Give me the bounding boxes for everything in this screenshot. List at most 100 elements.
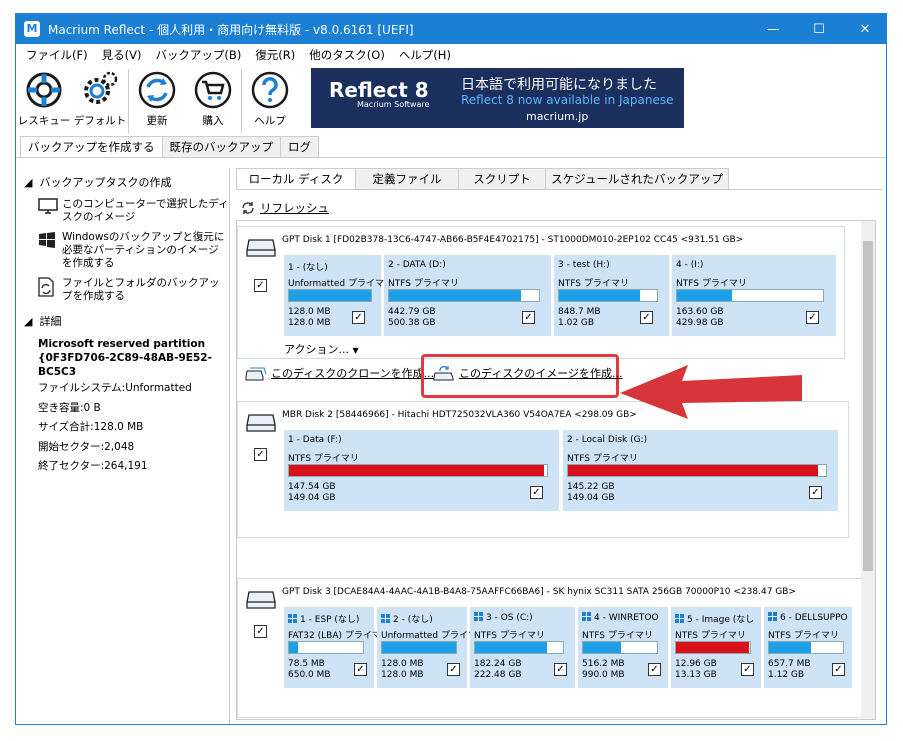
used-size: 848.7 MB xyxy=(558,307,601,317)
buy-button[interactable]: 購入 xyxy=(185,66,241,136)
clone-disk-link[interactable]: このディスクのクローンを作成... xyxy=(245,365,434,381)
partition[interactable]: 3 - OS (C:) NTFS プライマリ 182.24 GB 222.48 … xyxy=(470,607,575,688)
detail-end: 終了セクター:264,191 xyxy=(38,460,148,472)
partition-checkbox[interactable]: ✓ xyxy=(447,663,460,676)
actions-dropdown[interactable]: アクション... ▼ xyxy=(284,341,359,357)
usage-bar xyxy=(288,464,548,477)
tab-definition-files[interactable]: 定義ファイル xyxy=(355,168,459,189)
vertical-scrollbar[interactable] xyxy=(861,221,875,719)
total-size: 149.04 GB xyxy=(288,493,336,503)
partition[interactable]: 1 - Data (F:) NTFS プライマリ 147.54 GB 149.0… xyxy=(284,430,559,511)
tab-local-disk[interactable]: ローカル ディスク xyxy=(236,168,356,189)
default-button[interactable]: デフォルト xyxy=(72,66,128,136)
used-size: 128.0 MB xyxy=(288,307,331,317)
partition-checkbox[interactable]: ✓ xyxy=(554,663,567,676)
actions-label: アクション... xyxy=(284,343,349,356)
usage-fill xyxy=(289,465,545,476)
app-icon: M xyxy=(24,21,40,37)
usage-fill xyxy=(769,642,812,653)
question-icon xyxy=(251,71,289,109)
partition-name-text: 5 - Image (なし xyxy=(687,615,755,625)
tab-create-backup[interactable]: バックアップを作成する xyxy=(20,136,163,157)
promo-banner[interactable]: Reflect 8 Macrium Software 日本語で利用可能になりました… xyxy=(311,68,684,128)
partition-checkbox[interactable]: ✓ xyxy=(530,486,543,499)
tab-log[interactable]: ログ xyxy=(280,136,319,157)
used-size: 12.96 GB xyxy=(675,659,717,669)
partition[interactable]: 6 - DELLSUPPO NTFS プライマリ 657.7 MB 1.12 G… xyxy=(764,607,852,688)
partition-checkbox[interactable]: ✓ xyxy=(832,663,845,676)
usage-bar xyxy=(582,641,658,654)
task-file-backup[interactable]: ファイルとフォルダのバックアップを作成する xyxy=(24,277,229,303)
usage-fill xyxy=(389,290,521,301)
refresh-icon xyxy=(242,202,254,214)
partition-checkbox[interactable]: ✓ xyxy=(354,663,367,676)
task-file-backup-label: ファイルとフォルダのバックアップを作成する xyxy=(62,277,220,302)
task-image-windows[interactable]: Windowsのバックアップと復元に必要なパーティションのイメージを作成する xyxy=(24,231,229,270)
partition[interactable]: 1 - (なし) Unformatted プライマリ 128.0 MB 128.… xyxy=(284,255,393,336)
partition[interactable]: 2 - Local Disk (G:) NTFS プライマリ 145.22 GB… xyxy=(563,430,838,511)
disk-1: GPT Disk 1 [FD02B378-13C6-4747-AB66-B5F4… xyxy=(237,226,845,359)
partition[interactable]: 3 - test (H:) NTFS プライマリ 848.7 MB 1.02 G… xyxy=(554,255,669,336)
disk-header: GPT Disk 3 [DCAE84A4-4AAC-4A1B-B4A8-75AA… xyxy=(282,587,796,597)
partition[interactable]: 4 - WINRETOO NTFS プライマリ 516.2 MB 990.0 M… xyxy=(578,607,668,688)
partition-checkbox[interactable]: ✓ xyxy=(352,311,365,324)
tab-scheduled-backups[interactable]: スケジュールされたバックアップ xyxy=(545,168,729,189)
image-disk-link[interactable]: このディスクのイメージを作成... xyxy=(433,365,623,381)
tab-existing-backups[interactable]: 既存のバックアップ xyxy=(161,136,281,157)
buy-label: 購入 xyxy=(202,115,224,127)
partition-name: 2 - (なし) xyxy=(381,612,433,625)
partition-checkbox[interactable]: ✓ xyxy=(640,311,653,324)
partition-name: 2 - DATA (D:) xyxy=(388,260,446,270)
partition-checkbox[interactable]: ✓ xyxy=(809,486,822,499)
usage-fill xyxy=(382,642,456,653)
partition-type: Unformatted プライマリ xyxy=(288,279,393,289)
partition-name-text: 6 - DELLSUPPO xyxy=(780,613,848,623)
partition[interactable]: 4 - (I:) NTFS プライマリ 163.60 GB 429.98 GB … xyxy=(672,255,836,336)
clone-disk-icon xyxy=(245,367,267,381)
menu-restore[interactable]: 復元(R) xyxy=(249,47,301,63)
partition-name-text: 3 - OS (C:) xyxy=(486,613,533,623)
rescue-button[interactable]: レスキュー xyxy=(16,66,72,136)
partition-checkbox[interactable]: ✓ xyxy=(522,311,535,324)
partition-checkbox[interactable]: ✓ xyxy=(648,663,661,676)
task-image-disk[interactable]: このコンピューターで選択したディスクのイメージ xyxy=(24,198,229,224)
close-button[interactable]: ✕ xyxy=(842,14,886,44)
minimize-button[interactable]: — xyxy=(750,14,796,44)
disk-checkbox[interactable]: ✓ xyxy=(254,448,267,461)
maximize-button[interactable]: ☐ xyxy=(796,14,842,44)
used-size: 657.7 MB xyxy=(768,659,811,669)
section-details[interactable]: ◢ 詳細 xyxy=(24,313,229,329)
total-size: 128.0 MB xyxy=(381,670,424,680)
partition[interactable]: 2 - DATA (D:) NTFS プライマリ 442.79 GB 500.3… xyxy=(384,255,551,336)
tab-scripts[interactable]: スクリプト xyxy=(458,168,546,189)
partition-type: NTFS プライマリ xyxy=(768,631,839,641)
scrollbar-thumb[interactable] xyxy=(863,241,873,571)
menu-backup[interactable]: バックアップ(B) xyxy=(149,47,247,63)
partition[interactable]: 2 - (なし) Unformatted プライマ 128.0 MB 128.0… xyxy=(377,607,477,688)
partition[interactable]: 5 - Image (なし NTFS プライマリ 12.96 GB 13.13 … xyxy=(671,607,761,688)
disk-checkbox[interactable]: ✓ xyxy=(254,279,267,292)
detail-start: 開始セクター:2,048 xyxy=(38,440,135,453)
cart-icon xyxy=(194,71,232,109)
banner-logo: Reflect 8 Macrium Software xyxy=(329,78,429,109)
used-size: 163.60 GB xyxy=(676,307,724,317)
usage-fill xyxy=(677,290,733,301)
usage-fill xyxy=(475,642,548,653)
section-backup-tasks[interactable]: ◢ バックアップタスクの作成 xyxy=(24,174,229,190)
title-bar: M Macrium Reflect - 個人利用・商用向け無料版 - v8.0.… xyxy=(16,14,886,44)
partition-checkbox[interactable]: ✓ xyxy=(806,311,819,324)
menu-help[interactable]: ヘルプ(H) xyxy=(393,47,457,63)
image-disk-label: このディスクのイメージを作成... xyxy=(459,367,623,380)
gear-icon xyxy=(84,71,118,104)
menu-other-tasks[interactable]: 他のタスク(O) xyxy=(303,47,391,63)
menu-file[interactable]: ファイル(F) xyxy=(20,47,94,63)
partition[interactable]: 1 - ESP (なし) FAT32 (LBA) プライマ 78.5 MB 65… xyxy=(284,607,381,688)
disk-checkbox[interactable]: ✓ xyxy=(254,625,267,638)
refresh-link[interactable]: リフレッシュ xyxy=(241,200,329,216)
partition-checkbox[interactable]: ✓ xyxy=(741,663,754,676)
used-size: 442.79 GB xyxy=(388,307,436,317)
menu-view[interactable]: 見る(V) xyxy=(96,47,148,63)
help-button[interactable]: ヘルプ xyxy=(242,66,298,136)
used-size: 182.24 GB xyxy=(474,659,522,669)
update-button[interactable]: 更新 xyxy=(129,66,185,136)
